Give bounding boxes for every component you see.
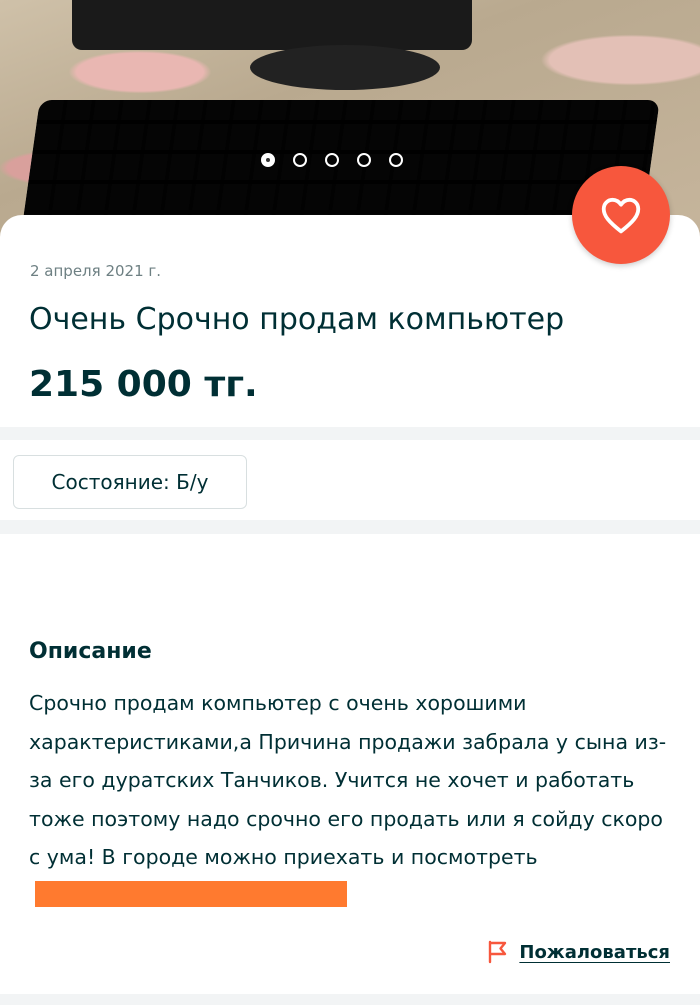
report-label[interactable]: Пожаловаться [519, 942, 670, 963]
listing-date: 2 апреля 2021 г. [30, 262, 162, 280]
gallery-dot[interactable] [389, 153, 403, 167]
listing-price: 215 000 тг. [29, 364, 258, 405]
gallery-dot[interactable] [357, 153, 371, 167]
photo-monitor-stand [250, 45, 440, 90]
report-link[interactable]: Пожаловаться [487, 940, 670, 964]
heart-icon [601, 197, 641, 234]
description-heading: Описание [29, 639, 152, 664]
gallery-dot[interactable] [325, 153, 339, 167]
favorite-button[interactable] [572, 166, 670, 264]
gallery-pagination [261, 153, 403, 167]
gallery-dot[interactable] [293, 153, 307, 167]
gallery-dot[interactable] [261, 153, 275, 167]
redacted-contact [35, 880, 347, 907]
description-text: Срочно продам компьютер с очень хорошими… [29, 684, 679, 915]
condition-chip: Состояние: Б/у [13, 455, 247, 509]
listing-title: Очень Срочно продам компьютер [29, 302, 565, 337]
description-body: Срочно продам компьютер с очень хорошими… [29, 691, 667, 869]
photo-monitor [72, 0, 472, 50]
flag-icon [489, 940, 507, 964]
